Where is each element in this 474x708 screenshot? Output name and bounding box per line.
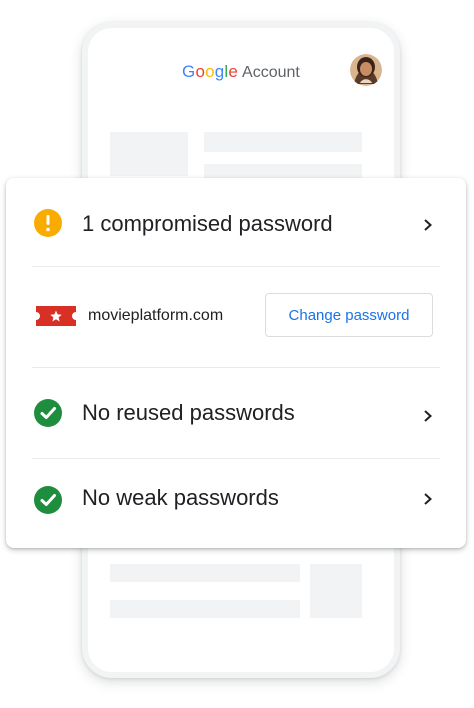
logo-letter: o [195, 62, 206, 81]
google-logo: Google [182, 62, 238, 81]
compromised-site-row: movieplatform.com Change password [6, 267, 466, 367]
compromised-passwords-row[interactable]: 1 compromised password [6, 178, 466, 266]
compromised-passwords-label: 1 compromised password [82, 211, 333, 236]
placeholder-line [110, 564, 300, 582]
check-circle-icon [34, 486, 62, 514]
account-label: Account [242, 64, 300, 81]
placeholder-line [110, 600, 300, 618]
placeholder-block [110, 132, 188, 176]
account-header: Google Account [88, 54, 394, 94]
site-name: movieplatform.com [88, 307, 224, 324]
logo-letter: g [214, 62, 225, 81]
change-password-button[interactable]: Change password [265, 293, 433, 337]
chevron-right-icon [422, 409, 434, 423]
placeholder-block [310, 564, 362, 618]
logo-letter: G [182, 62, 196, 81]
user-avatar[interactable] [350, 54, 382, 86]
weak-passwords-row[interactable]: No weak passwords [6, 459, 466, 547]
reused-passwords-row[interactable]: No reused passwords [6, 368, 466, 458]
check-circle-icon [34, 399, 62, 427]
logo-letter: e [228, 62, 239, 81]
logo-letter: o [205, 62, 215, 81]
avatar-image [350, 54, 382, 86]
placeholder-line [204, 164, 362, 178]
warning-icon [34, 209, 62, 237]
ticket-star-icon [36, 306, 76, 326]
reused-passwords-label: No reused passwords [82, 400, 295, 425]
placeholder-line [204, 132, 362, 152]
chevron-right-icon [422, 218, 434, 232]
chevron-right-icon [422, 492, 434, 506]
google-account-brand: Google Account [182, 62, 300, 82]
password-checkup-card: 1 compromised password movieplatform.com… [6, 178, 466, 548]
weak-passwords-label: No weak passwords [82, 485, 279, 510]
